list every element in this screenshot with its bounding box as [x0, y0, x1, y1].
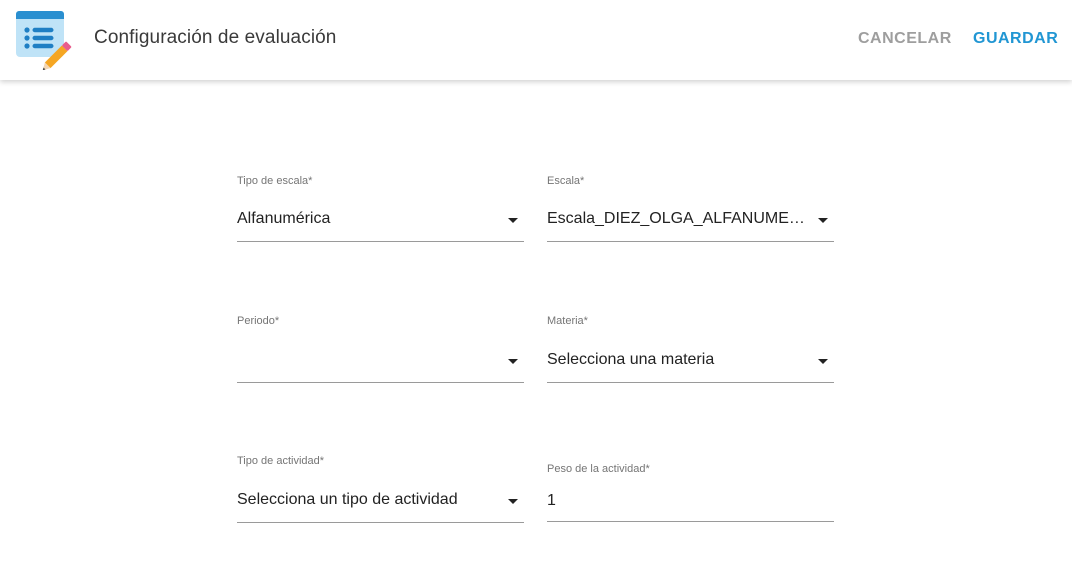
materia-select[interactable]: Selecciona una materia — [547, 342, 834, 383]
tipo-escala-label: Tipo de escala* — [237, 175, 313, 187]
save-button[interactable]: GUARDAR — [973, 30, 1058, 48]
app-bar: Configuración de evaluación CANCELAR GUA… — [0, 0, 1072, 80]
cancel-button[interactable]: CANCELAR — [858, 30, 952, 48]
materia-label: Materia* — [547, 315, 588, 327]
chevron-down-icon — [508, 218, 518, 223]
escala-select[interactable]: Escala_DIEZ_OLGA_ALFANUMERICA — [547, 201, 834, 242]
escala-label: Escala* — [547, 175, 585, 187]
chevron-down-icon — [818, 359, 828, 364]
periodo-select[interactable] — [237, 342, 524, 383]
tipo-actividad-value: Selecciona un tipo de actividad — [237, 491, 458, 508]
chevron-down-icon — [508, 359, 518, 364]
checklist-pencil-icon — [16, 11, 72, 70]
chevron-down-icon — [508, 499, 518, 504]
tipo-escala-value: Alfanumérica — [237, 210, 331, 227]
page-title: Configuración de evaluación — [94, 27, 337, 48]
peso-actividad-input[interactable] — [547, 481, 834, 522]
escala-value: Escala_DIEZ_OLGA_ALFANUMERICA — [547, 210, 805, 227]
tipo-actividad-select[interactable]: Selecciona un tipo de actividad — [237, 482, 524, 523]
peso-actividad-label: Peso de la actividad* — [547, 463, 650, 475]
materia-value: Selecciona una materia — [547, 351, 715, 368]
tipo-escala-select[interactable]: Alfanumérica — [237, 201, 524, 242]
tipo-actividad-label: Tipo de actividad* — [237, 455, 325, 467]
periodo-label: Periodo* — [237, 315, 280, 327]
chevron-down-icon — [818, 218, 828, 223]
